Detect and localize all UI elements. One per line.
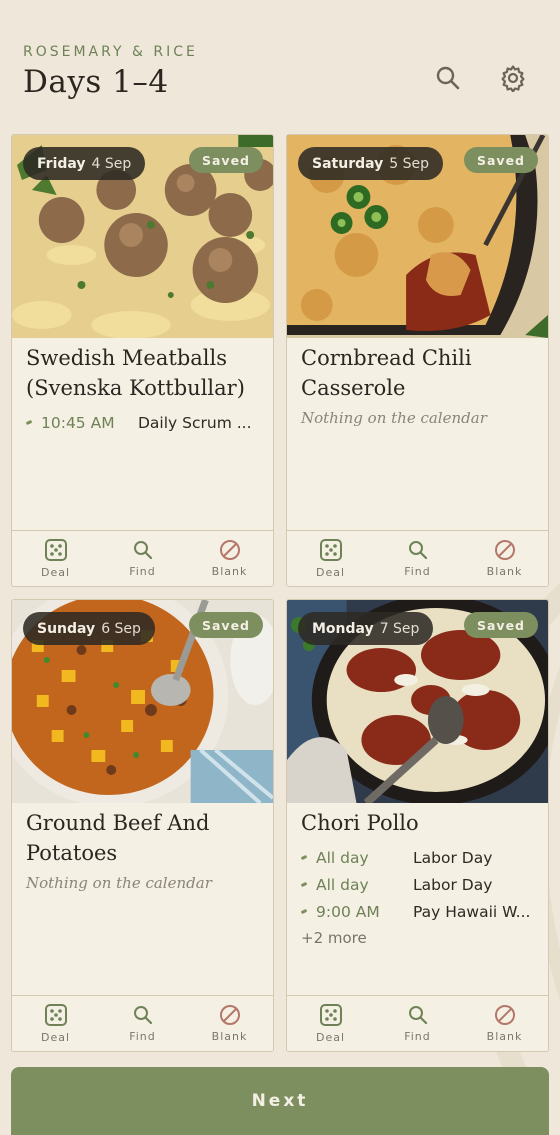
blank-button[interactable]: Blank (186, 996, 273, 1051)
app-header: ROSEMARY & RICE Days 1–4 (23, 44, 546, 114)
event-dot (300, 908, 308, 915)
empty-calendar-note: Nothing on the calendar (26, 874, 212, 892)
calendar-events: 10:45 AM Daily Scrum ... (25, 409, 263, 436)
card-actions: Deal Find Blank (12, 530, 273, 586)
blank-label: Blank (211, 565, 248, 578)
search-icon (408, 541, 427, 560)
recipe-title[interactable]: Ground Beef And Potatoes (26, 808, 263, 868)
deal-button[interactable]: Deal (287, 996, 374, 1051)
day-of-week: Sunday (37, 620, 96, 637)
search-icon (133, 541, 152, 560)
empty-calendar-note: Nothing on the calendar (301, 409, 487, 427)
blank-button[interactable]: Blank (186, 531, 273, 586)
day-of-week: Friday (37, 155, 86, 172)
saved-badge: Saved (463, 147, 538, 173)
date-pill: Monday 7 Sep (298, 612, 434, 645)
find-button[interactable]: Find (99, 996, 186, 1051)
saved-badge: Saved (188, 147, 263, 173)
day-month: 7 Sep (379, 620, 420, 637)
search-icon (133, 1006, 152, 1025)
event-dot (300, 881, 308, 888)
card-actions: Deal Find Blank (12, 995, 273, 1051)
dice-icon (319, 539, 342, 561)
day-month: 6 Sep (101, 620, 141, 637)
next-button[interactable]: Next (11, 1067, 549, 1135)
deal-button[interactable]: Deal (12, 531, 99, 586)
find-label: Find (129, 1030, 156, 1043)
date-pill: Saturday 5 Sep (298, 147, 444, 180)
card-actions: Deal Find Blank (287, 995, 548, 1051)
dice-icon (319, 1004, 342, 1026)
event-dot (300, 854, 308, 861)
card-actions: Deal Find Blank (287, 530, 548, 586)
deal-label: Deal (40, 1031, 71, 1044)
saved-badge: Saved (188, 612, 263, 638)
day-of-week: Monday (312, 620, 374, 637)
find-button[interactable]: Find (99, 531, 186, 586)
blank-button[interactable]: Blank (461, 996, 548, 1051)
day-of-week: Saturday (312, 155, 384, 172)
find-label: Find (404, 565, 431, 578)
recipe-title[interactable]: Swedish Meatballs (Svenska Kottbullar) (26, 343, 263, 403)
day-card-friday[interactable]: Friday 4 Sep Saved Swedish Meatballs (Sv… (11, 134, 274, 587)
event-time: All day (316, 848, 369, 867)
calendar-event: 9:00 AM Pay Hawaii W... (300, 898, 538, 925)
prohibited-icon (219, 1005, 240, 1025)
event-time: All day (316, 875, 369, 894)
find-button[interactable]: Find (374, 531, 461, 586)
event-time: 10:45 AM (41, 413, 115, 432)
dice-icon (44, 1004, 67, 1026)
recipe-photo-meatballs: Friday 4 Sep Saved (12, 135, 273, 338)
page-title: Days 1–4 (23, 64, 169, 100)
deal-button[interactable]: Deal (287, 531, 374, 586)
find-label: Find (404, 1030, 431, 1043)
calendar-event: All day Labor Day (300, 871, 538, 898)
event-name: Daily Scrum ... (138, 413, 252, 432)
saved-badge: Saved (463, 612, 538, 638)
prohibited-icon (494, 540, 515, 560)
blank-label: Blank (211, 1030, 248, 1043)
event-dot (25, 419, 33, 426)
day-card-saturday[interactable]: Saturday 5 Sep Saved Cornbread Chili Cas… (286, 134, 549, 587)
date-pill: Sunday 6 Sep (23, 612, 155, 645)
event-name: Labor Day (413, 875, 493, 894)
find-label: Find (129, 565, 156, 578)
deal-label: Deal (40, 566, 71, 579)
day-month: 5 Sep (389, 155, 430, 172)
blank-label: Blank (486, 565, 523, 578)
blank-label: Blank (486, 1030, 523, 1043)
calendar-events: All day Labor Day All day Labor Day 9:00… (300, 844, 538, 947)
prohibited-icon (219, 540, 240, 560)
prohibited-icon (494, 1005, 515, 1025)
date-pill: Friday 4 Sep (23, 147, 146, 180)
day-card-sunday[interactable]: Sunday 6 Sep Saved Ground Beef And Potat… (11, 599, 274, 1052)
deal-label: Deal (315, 1031, 346, 1044)
event-name: Labor Day (413, 848, 493, 867)
more-events-link[interactable]: +2 more (301, 929, 538, 947)
calendar-event: All day Labor Day (300, 844, 538, 871)
dice-icon (44, 539, 67, 561)
day-month: 4 Sep (91, 155, 132, 172)
deal-label: Deal (315, 566, 346, 579)
day-card-monday[interactable]: Monday 7 Sep Saved Chori Pollo All day L… (286, 599, 549, 1052)
blank-button[interactable]: Blank (461, 531, 548, 586)
event-name: Pay Hawaii W... (413, 902, 531, 921)
recipe-title[interactable]: Chori Pollo (301, 808, 538, 838)
recipe-photo-cornbread: Saturday 5 Sep Saved (287, 135, 548, 338)
recipe-photo-ground-beef: Sunday 6 Sep Saved (12, 600, 273, 803)
recipe-photo-chori-pollo: Monday 7 Sep Saved (287, 600, 548, 803)
search-icon[interactable] (432, 62, 464, 94)
search-icon (408, 1006, 427, 1025)
event-time: 9:00 AM (316, 902, 380, 921)
brand-name: ROSEMARY & RICE (23, 44, 198, 60)
calendar-event: 10:45 AM Daily Scrum ... (25, 409, 263, 436)
deal-button[interactable]: Deal (12, 996, 99, 1051)
find-button[interactable]: Find (374, 996, 461, 1051)
gear-icon[interactable] (497, 62, 529, 94)
recipe-title[interactable]: Cornbread Chili Casserole (301, 343, 538, 403)
